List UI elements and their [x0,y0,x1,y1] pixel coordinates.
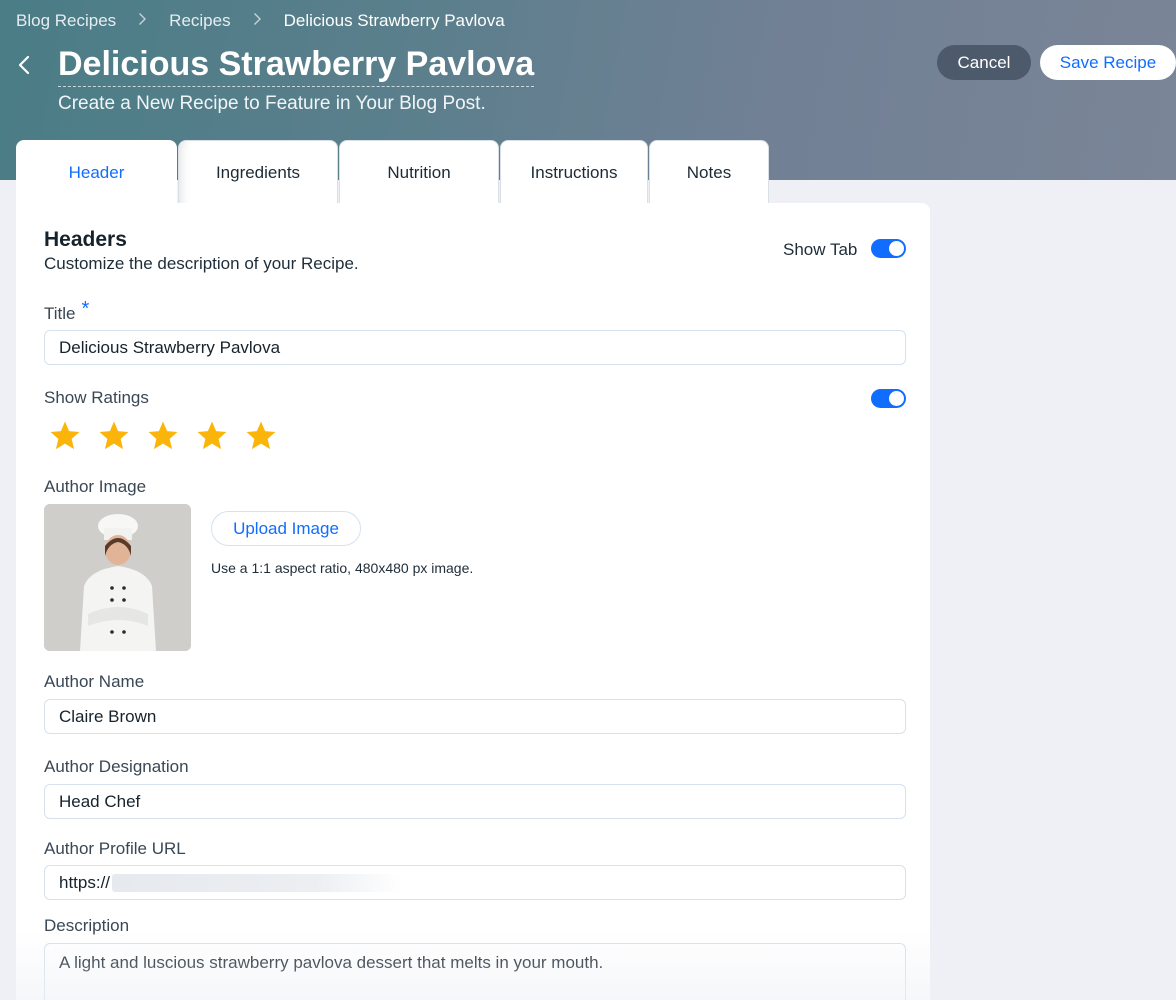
star-icon[interactable] [244,419,278,453]
header-settings-panel: Headers Customize the description of you… [16,203,930,1000]
star-icon[interactable] [195,419,229,453]
redacted-url [112,873,403,892]
star-icon[interactable] [48,419,82,453]
author-designation-label: Author Designation [44,757,189,776]
page-title: Delicious Strawberry Pavlova [58,45,535,87]
title-input-value: Delicious Strawberry Pavlova [59,337,281,357]
star-icon[interactable] [146,419,180,453]
page-subtitle: Create a New Recipe to Feature in Your B… [58,93,486,114]
author-url-value: https:// [59,872,111,892]
breadcrumb: Blog Recipes Recipes Delicious Strawberr… [16,11,505,31]
show-ratings-toggle[interactable] [871,389,906,408]
breadcrumb-item-current: Delicious Strawberry Pavlova [283,11,505,30]
tab-nutrition[interactable]: Nutrition [339,140,499,204]
author-name-value: Claire Brown [59,706,157,726]
author-designation-input[interactable]: Head Chef [44,784,906,819]
title-input[interactable]: Delicious Strawberry Pavlova [44,330,906,365]
title-label-text: Title [44,304,76,323]
cancel-button[interactable]: Cancel [937,45,1031,80]
tab-header[interactable]: Header [16,140,177,204]
description-label: Description [44,916,130,935]
toggle-knob [889,241,904,256]
title-label: Title * [44,298,89,325]
show-tab-label: Show Tab [783,240,858,259]
show-ratings-label: Show Ratings [44,388,149,407]
description-value: A light and luscious strawberry pavlova … [59,953,604,972]
rating-stars [48,419,293,453]
upload-hint: Use a 1:1 aspect ratio, 480x480 px image… [211,560,474,576]
section-description: Customize the description of your Recipe… [44,254,359,273]
save-recipe-button[interactable]: Save Recipe [1040,45,1176,80]
tab-instructions[interactable]: Instructions [500,140,648,204]
author-url-label: Author Profile URL [44,839,186,858]
star-icon[interactable] [97,419,131,453]
description-textarea[interactable]: A light and luscious strawberry pavlova … [44,943,906,1000]
breadcrumb-item-blog-recipes[interactable]: Blog Recipes [16,11,116,31]
chevron-left-icon [18,55,30,80]
toggle-knob [889,391,904,406]
chevron-right-icon [253,12,262,30]
tab-ingredients[interactable]: Ingredients [178,140,338,204]
recipe-tabs: Header Ingredients Nutrition Instruction… [16,140,770,204]
required-marker: * [81,298,90,320]
tab-notes[interactable]: Notes [649,140,769,204]
back-button[interactable] [12,52,36,82]
author-name-input[interactable]: Claire Brown [44,699,906,734]
section-title: Headers [44,228,127,251]
author-image-label: Author Image [44,477,147,496]
author-name-label: Author Name [44,672,145,691]
author-designation-value: Head Chef [59,791,141,811]
author-url-input[interactable]: https:// [44,865,906,900]
upload-image-button[interactable]: Upload Image [211,511,361,546]
show-tab-toggle[interactable] [871,239,906,258]
breadcrumb-item-recipes[interactable]: Recipes [169,11,230,31]
chevron-right-icon [138,12,147,30]
author-image [44,504,191,651]
